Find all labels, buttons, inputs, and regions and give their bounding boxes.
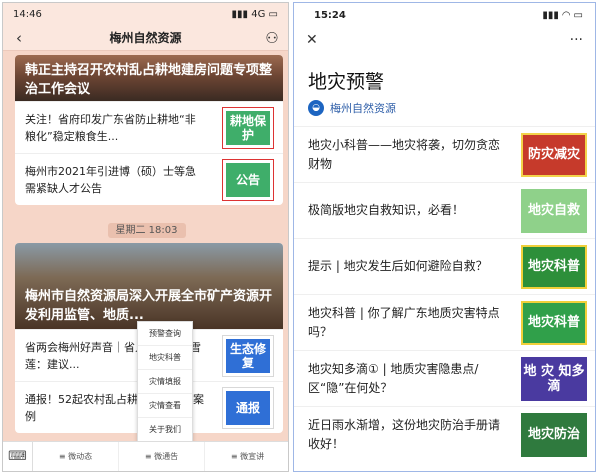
thumbnail-image: 公告 [222,158,274,201]
article-title: 极简版地灾自救知识，必看！ [308,203,465,217]
thumbnail-image: 生态修复 [222,334,274,377]
article-thumbnail: 地灾科普 [521,244,587,289]
menu-tab-lecture[interactable]: ≡ 微宣讲 [205,442,288,472]
timestamp-label: 星期二 18:03 [3,221,288,238]
article-card-1: 韩正主持召开农村乱占耕地建房问题专项整治工作会议 关注！省府印发广东省防止耕地“… [15,55,283,205]
thumbnail-image: 通报 [222,386,274,429]
article-item[interactable]: 地灾小科普——地灾将袭，切勿贪恋财物 防灾减灾 [294,126,595,182]
hero-title: 梅州市自然资源局深入开展全市矿产资源开发利用监管、地质... [25,289,273,323]
submenu-popup: 预警查询 地灾科普 灾情填报 灾情查看 关于我们 [137,321,193,442]
hero-title: 韩正主持召开农村乱占耕地建房问题专项整治工作会议 [25,63,273,97]
status-time: 14:46 [13,8,42,20]
keyboard-icon[interactable]: ⌨ [3,441,33,471]
thumbnail-image: 耕地保护 [222,106,274,149]
account-name: 梅州自然资源 [330,102,396,115]
chat-header: ‹ 梅州自然资源 ⚇ [3,25,288,51]
card-hero[interactable]: 梅州市自然资源局深入开展全市矿产资源开发利用监管、地质... [15,243,283,329]
card-hero[interactable]: 韩正主持召开农村乱占耕地建房问题专项整治工作会议 [15,55,283,101]
list-item-title: 关注！省府印发广东省防止耕地“非粮化”稳定粮食生... [25,112,196,143]
article-item[interactable]: 地灾科普 | 你了解广东地质灾害特点吗？ 地灾科普 [294,294,595,350]
status-bar: 14:46 ▮▮▮ 4G ▭ [3,3,288,25]
page-toolbar: ✕ ··· [294,27,595,53]
article-thumbnail: 地 灾 知多滴 [521,356,587,401]
status-time: 15:24 [314,9,346,21]
menu-tab-notice[interactable]: ≡ 微通告 [119,441,205,471]
article-title: 近日雨水渐增，这份地灾防治手册请收好！ [308,417,501,451]
submenu-item-disaster-science[interactable]: 地灾科普 [138,346,192,370]
article-thumbnail: 地灾防治 [521,412,587,457]
article-item[interactable]: 极简版地灾自救知识，必看！ 地灾自救 [294,182,595,238]
article-thumbnail: 地灾自救 [521,188,587,233]
article-item[interactable]: 近日雨水渐增，这份地灾防治手册请收好！ 地灾防治 [294,406,595,462]
user-icon[interactable]: ⚇ [264,29,280,47]
status-icons: ▮▮▮ ◠ ▭ [542,9,583,21]
close-icon[interactable]: ✕ [306,32,318,48]
back-arrow-icon[interactable]: ‹ [11,29,27,47]
more-dots-icon[interactable]: ··· [570,32,583,48]
article-title: 提示 | 地灾发生后如何避险自救？ [308,259,488,273]
submenu-item-view[interactable]: 灾情查看 [138,394,192,418]
menu-tab-dynamics[interactable]: ≡ 微动态 [33,441,119,471]
bottom-menu: ⌨ ≡ 微动态 ≡ 微通告 ≡ 微宣讲 [3,441,288,472]
submenu-item-warning-query[interactable]: 预警查询 [138,322,192,346]
submenu-item-about[interactable]: 关于我们 [138,418,192,441]
right-phone-screen: 15:24 ▮▮▮ ◠ ▭ ✕ ··· 地灾预警 ◒ 梅州自然资源 地灾小科普—… [293,2,596,472]
article-thumbnail: 地灾科普 [521,300,587,345]
account-link[interactable]: ◒ 梅州自然资源 [294,98,595,126]
page-title: 地灾预警 [308,71,385,93]
status-signal: ▮▮▮ 4G ▭ [231,8,278,20]
left-phone-screen: 14:46 ▮▮▮ 4G ▭ ‹ 梅州自然资源 ⚇ 韩正主持召开农村乱占耕地建房… [2,2,289,472]
account-logo-icon: ◒ [308,100,324,116]
list-item-title: 梅州市2021年引进博（硕）士等急需紧缺人才公告 [25,164,196,195]
chat-title: 梅州自然资源 [109,31,182,45]
status-bar: 15:24 ▮▮▮ ◠ ▭ [294,3,595,27]
list-item[interactable]: 关注！省府印发广东省防止耕地“非粮化”稳定粮食生... 耕地保护 [15,101,283,153]
article-item[interactable]: 地灾知多滴① | 地质灾害隐患点/区“隐”在何处？ 地 灾 知多滴 [294,350,595,406]
article-title: 地灾小科普——地灾将袭，切勿贪恋财物 [308,137,501,171]
article-item[interactable]: 提示 | 地灾发生后如何避险自救？ 地灾科普 [294,238,595,294]
article-title: 地灾知多滴① | 地质灾害隐患点/区“隐”在何处？ [308,361,479,395]
article-title: 地灾科普 | 你了解广东地质灾害特点吗？ [308,305,500,339]
article-thumbnail: 防灾减灾 [521,132,587,177]
submenu-item-report[interactable]: 灾情填报 [138,370,192,394]
list-item[interactable]: 梅州市2021年引进博（硕）士等急需紧缺人才公告 公告 [15,153,283,205]
